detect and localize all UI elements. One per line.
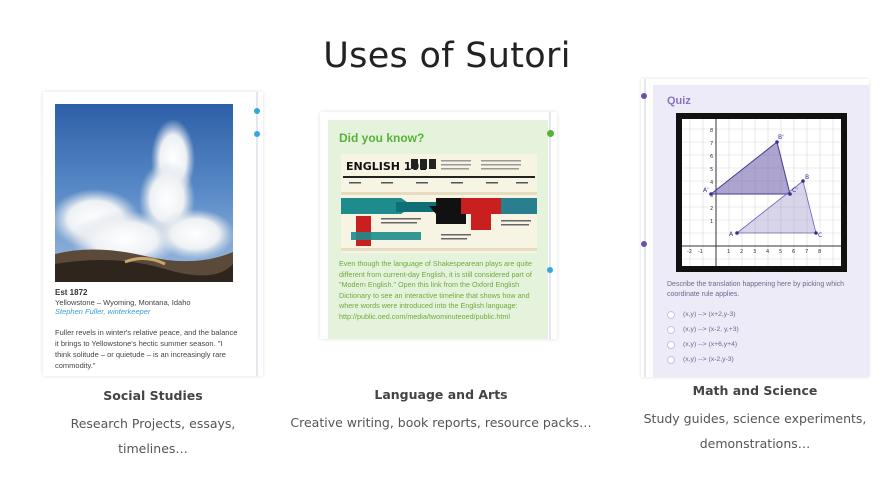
timeline-dot (641, 93, 647, 99)
svg-text:2: 2 (710, 206, 713, 212)
caption-title: Language and Arts (374, 387, 508, 402)
card-body-text: Even though the language of Shakespearea… (339, 259, 533, 321)
quiz-question: Describe the translation happening here … (667, 281, 845, 298)
svg-text:5: 5 (779, 249, 782, 255)
svg-text:C: C (818, 232, 822, 239)
timeline-dot (254, 131, 260, 137)
svg-text:4: 4 (766, 249, 769, 255)
math-science-card[interactable]: Quiz 87654321 -1 -2 1 2 3 4 5 6 7 8 A' B… (641, 79, 869, 377)
caption-subtitle: Creative writing, book reports, resource… (290, 415, 592, 430)
option-label: (x,y) --> (x-2, y,+3) (683, 326, 739, 333)
photo-credit-link[interactable]: Stephen Fuller, winterkeeper (55, 307, 150, 316)
radio-button[interactable] (667, 355, 675, 364)
svg-text:7: 7 (805, 249, 808, 255)
card-description: Fuller revels in winter's relative peace… (55, 328, 238, 370)
svg-text:3: 3 (753, 249, 756, 255)
coordinate-graph: 87654321 -1 -2 1 2 3 4 5 6 7 8 A' B' C' A B (682, 119, 841, 266)
radio-button[interactable] (667, 325, 675, 334)
quiz-option[interactable]: (x,y) --> (x-2,y-3) (667, 352, 739, 367)
svg-text:1: 1 (727, 249, 730, 255)
timeline-line (549, 112, 551, 339)
svg-text:5: 5 (710, 167, 713, 173)
option-label: (x,y) --> (x+6,y+4) (683, 341, 738, 348)
caption-subtitle: Research Projects, essays, (70, 416, 236, 431)
svg-text:-2: -2 (687, 249, 692, 255)
yellowstone-photo[interactable] (55, 104, 233, 282)
caption-title: Math and Science (692, 383, 818, 398)
option-label: (x,y) --> (x-2,y-3) (683, 356, 734, 363)
quiz-panel: Quiz 87654321 -1 -2 1 2 3 4 5 6 7 8 A' B… (653, 85, 869, 377)
svg-text:4: 4 (710, 180, 713, 186)
established-date: Est 1872 (55, 288, 88, 297)
location-text: Yellowstone – Wyoming, Montana, Idaho (55, 298, 191, 307)
did-you-know-panel: Did you know? ENGLISH 101 Even though th… (328, 120, 548, 339)
caption-subtitle: Study guides, science experiments, (643, 411, 867, 426)
radio-button[interactable] (667, 340, 675, 349)
quiz-options: (x,y) --> (x+2,y-3) (x,y) --> (x-2, y,+3… (667, 307, 739, 367)
svg-text:8: 8 (818, 249, 821, 255)
caption-subtitle: demonstrations… (699, 436, 811, 451)
timeline-dot (547, 267, 553, 273)
timeline-dot (641, 241, 647, 247)
timeline-line (644, 79, 646, 377)
page-title: Uses of Sutori (323, 36, 571, 76)
svg-text:6: 6 (710, 154, 713, 160)
svg-text:-1: -1 (698, 249, 703, 255)
svg-text:2: 2 (740, 249, 743, 255)
language-arts-caption: Language and Arts Creative writing, book… (280, 387, 602, 435)
social-studies-card[interactable]: Est 1872 Yellowstone – Wyoming, Montana,… (43, 92, 263, 376)
card-heading: Did you know? (339, 131, 425, 145)
timeline-dot (547, 130, 554, 137)
english-101-infographic[interactable]: ENGLISH 101 (341, 154, 537, 253)
svg-text:6: 6 (792, 249, 795, 255)
quiz-option[interactable]: (x,y) --> (x-2, y,+3) (667, 322, 739, 337)
svg-text:C': C' (792, 187, 798, 194)
quiz-option[interactable]: (x,y) --> (x+2,y-3) (667, 307, 739, 322)
svg-text:7: 7 (710, 141, 713, 147)
svg-text:A: A (729, 231, 734, 238)
math-science-caption: Math and Science Study guides, science e… (634, 383, 876, 456)
language-arts-card[interactable]: Did you know? ENGLISH 101 Even though th… (320, 112, 557, 339)
radio-button[interactable] (667, 310, 675, 319)
caption-subtitle: timelines… (118, 441, 188, 456)
svg-text:1: 1 (710, 219, 713, 225)
caption-title: Social Studies (103, 388, 203, 403)
coordinate-graph-frame: 87654321 -1 -2 1 2 3 4 5 6 7 8 A' B' C' A B (676, 113, 847, 272)
svg-text:B: B (805, 174, 809, 181)
quiz-heading: Quiz (667, 95, 691, 107)
svg-text:B': B' (778, 134, 784, 141)
timeline-dot (254, 108, 260, 114)
svg-text:A': A' (703, 187, 709, 194)
option-label: (x,y) --> (x+2,y-3) (683, 311, 736, 318)
svg-text:8: 8 (710, 128, 713, 134)
quiz-option[interactable]: (x,y) --> (x+6,y+4) (667, 337, 739, 352)
social-studies-caption: Social Studies Research Projects, essays… (43, 388, 263, 461)
